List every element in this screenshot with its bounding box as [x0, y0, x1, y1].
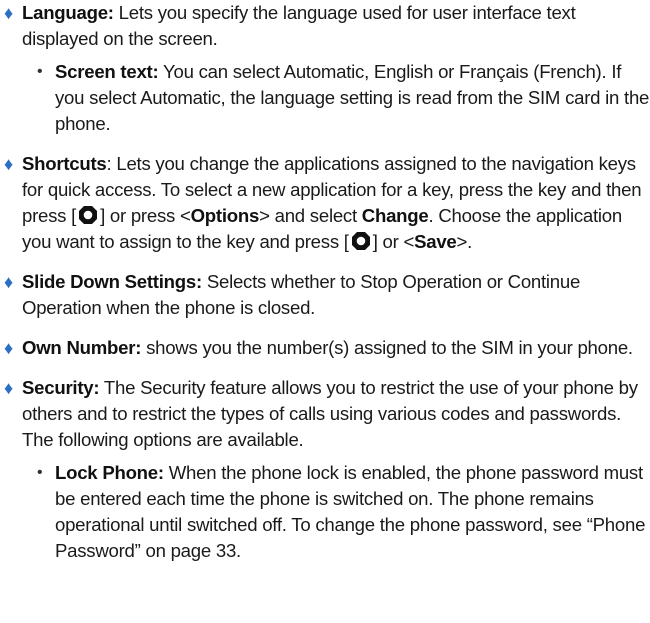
own-number-text: shows you the number(s) assigned to the … — [141, 337, 633, 358]
shortcuts-text-5: ] or < — [372, 231, 415, 252]
save-label: Save — [414, 231, 457, 252]
own-number-item: ♦ Own Number: shows you the number(s) as… — [2, 335, 650, 361]
security-text: The Security feature allows you to restr… — [22, 377, 638, 450]
lock-phone-subitem: • Lock Phone: When the phone lock is ena… — [0, 460, 650, 564]
ok-key-icon — [79, 206, 98, 224]
screen-text-subitem: • Screen text: You can select Automatic,… — [0, 59, 650, 137]
manual-page: ♦ Language: Lets you specify the languag… — [0, 0, 650, 623]
shortcuts-text-2: ] or press < — [100, 205, 191, 226]
diamond-bullet-icon: ♦ — [4, 378, 13, 398]
change-label: Change — [361, 205, 429, 226]
diamond-bullet-icon: ♦ — [4, 154, 13, 174]
ok-key-icon — [351, 232, 370, 250]
options-label: Options — [190, 205, 260, 226]
dot-bullet-icon: • — [37, 63, 43, 80]
diamond-bullet-icon: ♦ — [4, 3, 13, 23]
security-title: Security: — [22, 377, 100, 398]
security-item: ♦ Security: The Security feature allows … — [2, 375, 650, 453]
shortcuts-text-6: >. — [456, 231, 473, 252]
shortcuts-text-3: > and select — [259, 205, 362, 226]
shortcuts-title: Shortcuts — [22, 153, 107, 174]
language-title: Language: — [22, 2, 114, 23]
slide-down-title: Slide Down Settings: — [22, 271, 202, 292]
diamond-bullet-icon: ♦ — [4, 338, 13, 358]
shortcuts-item: ♦ Shortcuts: Lets you change the applica… — [2, 151, 650, 255]
language-item: ♦ Language: Lets you specify the languag… — [2, 0, 650, 52]
diamond-bullet-icon: ♦ — [4, 272, 13, 292]
lock-phone-title: Lock Phone: — [55, 462, 164, 483]
slide-down-item: ♦ Slide Down Settings: Selects whether t… — [2, 269, 650, 321]
own-number-title: Own Number: — [22, 337, 142, 358]
screen-text-title: Screen text: — [55, 61, 159, 82]
dot-bullet-icon: • — [37, 464, 43, 481]
